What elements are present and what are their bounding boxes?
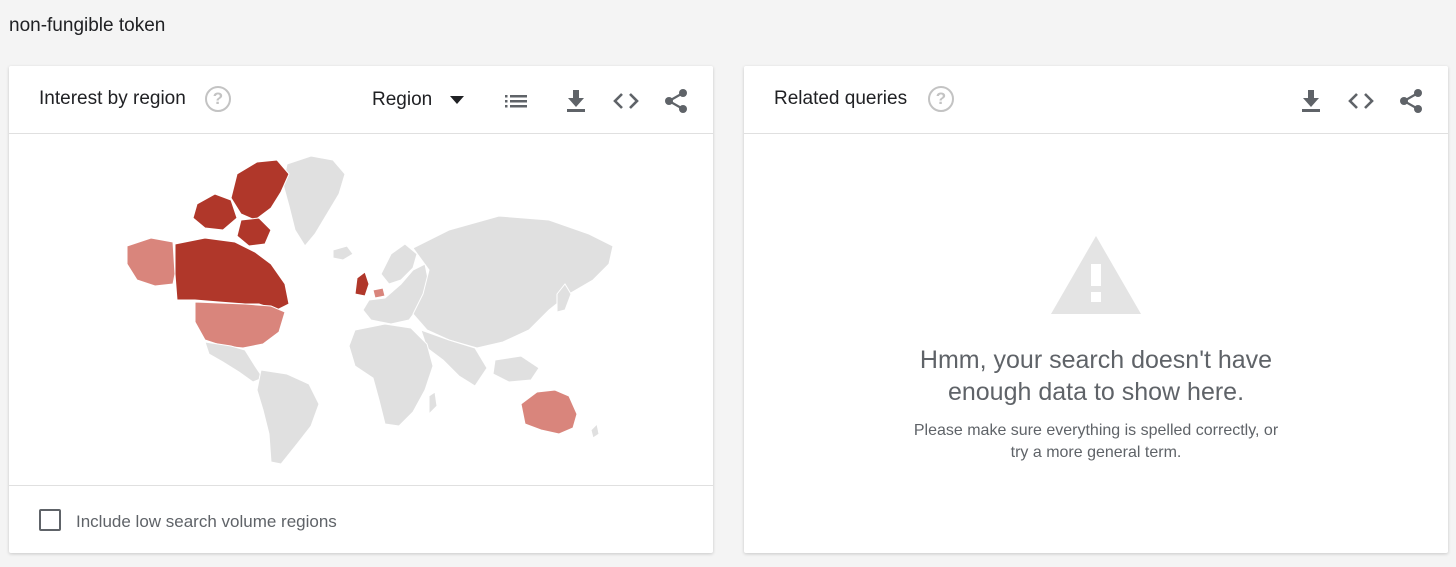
map-region-canada-islands[interactable] — [192, 193, 238, 231]
help-circle-icon[interactable]: ? — [928, 86, 954, 112]
map-region-africa[interactable] — [348, 323, 434, 427]
map-region-canada[interactable] — [174, 237, 290, 311]
caret-down-icon — [450, 96, 465, 104]
empty-title-line-1: Hmm, your search doesn't have — [919, 346, 1273, 374]
list-icon[interactable] — [503, 88, 529, 114]
download-icon[interactable] — [1298, 88, 1324, 114]
card-header: Related queries ? — [744, 66, 1448, 134]
map-region-australia[interactable] — [520, 389, 578, 435]
card-header: Interest by region ? Region — [9, 66, 713, 134]
empty-state: Hmm, your search doesn't have enough dat… — [744, 134, 1448, 553]
share-icon[interactable] — [663, 88, 689, 114]
map-region-iceland[interactable] — [332, 245, 354, 261]
embed-code-icon[interactable] — [1348, 88, 1374, 114]
empty-state-title: Hmm, your search doesn't have enough dat… — [744, 344, 1448, 408]
map-region-mexico[interactable] — [204, 341, 264, 383]
map-region-new-zealand[interactable] — [590, 422, 600, 439]
empty-title-line-2: enough data to show here. — [947, 378, 1245, 406]
world-map — [9, 134, 713, 485]
map-region-canada-islands[interactable] — [230, 159, 290, 221]
map-region-madagascar[interactable] — [428, 391, 438, 416]
map-region-united-kingdom[interactable] — [354, 271, 370, 297]
card-title: Interest by region — [39, 88, 186, 109]
resolution-dropdown[interactable]: Region — [372, 86, 465, 114]
map-region-southeast-asia[interactable] — [492, 355, 540, 383]
map-region-netherlands[interactable] — [372, 287, 386, 299]
interest-by-region-card: Interest by region ? Region Include low … — [9, 66, 713, 553]
empty-sub-line-2: try a more general term. — [1010, 444, 1182, 461]
map-region-canada-islands[interactable] — [236, 217, 272, 247]
empty-sub-line-1: Please make sure everything is spelled c… — [913, 422, 1279, 439]
low-volume-checkbox[interactable] — [39, 509, 61, 531]
warning-icon — [1051, 236, 1141, 314]
help-circle-icon[interactable]: ? — [205, 86, 231, 112]
map-region-greenland[interactable] — [282, 155, 346, 247]
map-region-south-america[interactable] — [256, 369, 320, 465]
download-icon[interactable] — [563, 88, 589, 114]
search-term: non-fungible token — [9, 15, 166, 36]
embed-code-icon[interactable] — [613, 88, 639, 114]
card-footer: Include low search volume regions — [9, 485, 713, 553]
map-region-alaska[interactable] — [126, 237, 176, 287]
checkbox-label: Include low search volume regions — [76, 512, 337, 531]
empty-state-subtitle: Please make sure everything is spelled c… — [744, 420, 1448, 464]
share-icon[interactable] — [1398, 88, 1424, 114]
map-region-asia[interactable] — [412, 215, 614, 349]
map-region-united-states[interactable] — [194, 301, 286, 349]
related-queries-card: Related queries ? Hmm, your search doesn… — [744, 66, 1448, 553]
resolution-selected-value: Region — [372, 89, 433, 110]
card-title: Related queries — [774, 88, 908, 109]
